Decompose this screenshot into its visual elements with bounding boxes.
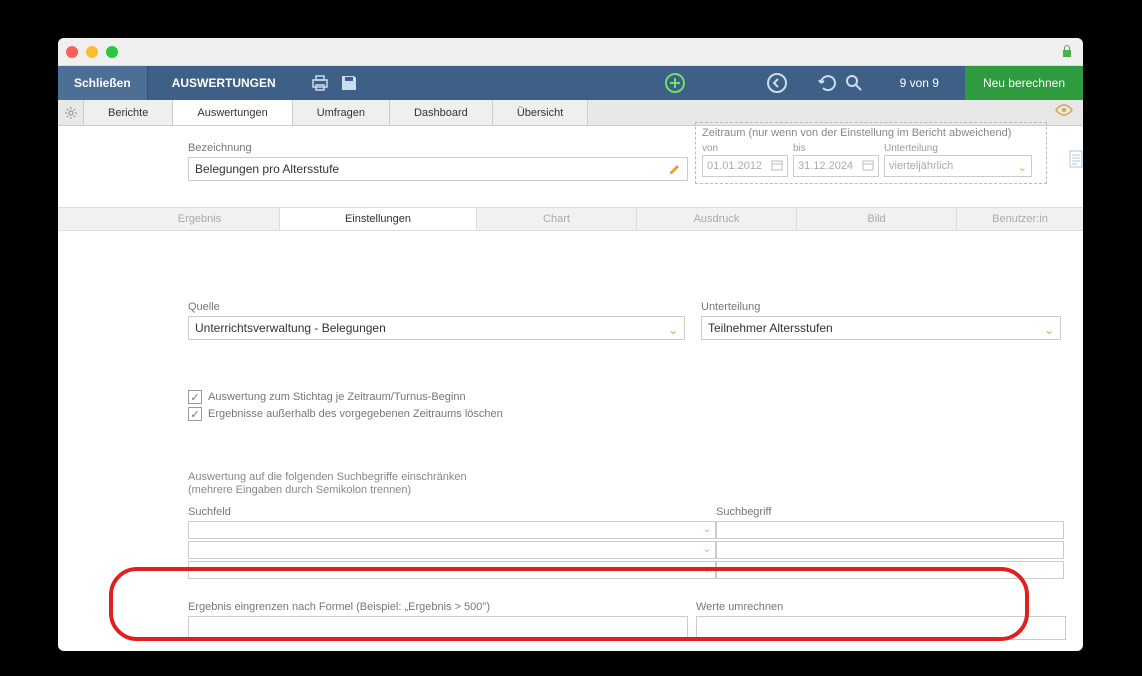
chevron-down-icon: ⌄ [1018,161,1027,174]
checkbox-loeschen[interactable]: ✓ [188,407,202,421]
tab-berichte[interactable]: Berichte [84,100,173,125]
chevron-down-icon: ⌄ [668,323,678,337]
suchfeld-label: Suchfeld [188,506,716,518]
zeitraum-group: Zeitraum (nur wenn von der Einstellung i… [695,122,1047,184]
titlebar [58,38,1083,66]
quelle-label: Quelle [188,301,685,313]
suchfeld-select-1[interactable]: ⌄ [188,521,716,539]
unterteilung-label: Unterteilung [884,143,1032,154]
subtab-bild[interactable]: Bild [797,208,957,230]
suchbegriff-input-2[interactable] [716,541,1064,559]
unterteilung-select[interactable]: vierteljährlich ⌄ [884,155,1032,177]
formula-input[interactable] [188,616,688,640]
checkbox-loeschen-label: Ergebnisse außerhalb des vorgegebenen Ze… [208,408,503,420]
tab-umfragen[interactable]: Umfragen [293,100,390,125]
gear-icon[interactable] [58,100,84,125]
minimize-window-icon[interactable] [86,46,98,58]
chevron-down-icon: ⌄ [703,544,711,555]
checkbox-stichtag[interactable]: ✓ [188,390,202,404]
bezeichnung-value: Belegungen pro Altersstufe [195,162,339,176]
search-desc2: (mehrere Eingaben durch Semikolon trenne… [188,484,1083,496]
subtab-ergebnis[interactable]: Ergebnis [120,208,280,230]
von-input[interactable]: 01.01.2012 [702,155,788,177]
werte-label: Werte umrechnen [696,601,1066,613]
module-title: AUSWERTUNGEN [148,66,300,100]
refresh-icon[interactable] [818,73,838,93]
print-icon[interactable] [310,74,330,92]
chevron-down-icon: ⌄ [1044,323,1054,337]
bis-label: bis [793,143,879,154]
subtab-einstellungen[interactable]: Einstellungen [280,208,477,230]
checkbox-stichtag-label: Auswertung zum Stichtag je Zeitraum/Turn… [208,391,466,403]
add-icon[interactable] [664,72,686,94]
document-icon[interactable] [1068,150,1083,171]
zeitraum-label: Zeitraum (nur wenn von der Einstellung i… [702,127,1040,139]
tab-dashboard[interactable]: Dashboard [390,100,493,125]
close-button[interactable]: Schließen [58,66,148,100]
tab-auswertungen[interactable]: Auswertungen [173,100,292,125]
quelle-select[interactable]: Unterrichtsverwaltung - Belegungen ⌄ [188,316,685,340]
subtab-ausdruck[interactable]: Ausdruck [637,208,797,230]
subtab-benutzer[interactable]: Benutzer:in [957,208,1083,230]
chevron-down-icon: ⌄ [703,564,711,575]
werte-input[interactable] [696,616,1066,640]
suchbegriff-input-3[interactable] [716,561,1064,579]
suchbegriff-label: Suchbegriff [716,506,1064,518]
formula-label: Ergebnis eingrenzen nach Formel (Beispie… [188,601,688,613]
edit-icon[interactable] [668,162,682,179]
subtab-chart[interactable]: Chart [477,208,637,230]
close-window-icon[interactable] [66,46,78,58]
von-label: von [702,143,788,154]
bezeichnung-input[interactable]: Belegungen pro Altersstufe [188,157,688,181]
calendar-icon[interactable] [862,159,874,174]
recalculate-button[interactable]: Neu berechnen [965,66,1083,100]
bis-input[interactable]: 31.12.2024 [793,155,879,177]
suchfeld-select-2[interactable]: ⌄ [188,541,716,559]
calendar-icon[interactable] [771,159,783,174]
zoom-window-icon[interactable] [106,46,118,58]
suchfeld-select-3[interactable]: ⌄ [188,561,716,579]
toolbar: Schließen AUSWERTUNGEN 9 von 9 Neu b [58,66,1083,100]
tab-uebersicht[interactable]: Übersicht [493,100,588,125]
sub-tabs: Ergebnis Einstellungen Chart Ausdruck Bi… [58,207,1083,231]
back-icon[interactable] [766,72,788,94]
pager-label: 9 von 9 [874,66,965,100]
suchbegriff-input-1[interactable] [716,521,1064,539]
chevron-down-icon: ⌄ [703,524,711,535]
unterteilung2-label: Unterteilung [701,301,1083,313]
eye-icon[interactable] [1055,104,1073,119]
save-icon[interactable] [340,74,358,92]
lock-icon [1061,44,1073,61]
search-icon[interactable] [844,73,864,93]
search-desc1: Auswertung auf die folgenden Suchbegriff… [188,471,1083,483]
unterteilung2-select[interactable]: Teilnehmer Altersstufen ⌄ [701,316,1061,340]
